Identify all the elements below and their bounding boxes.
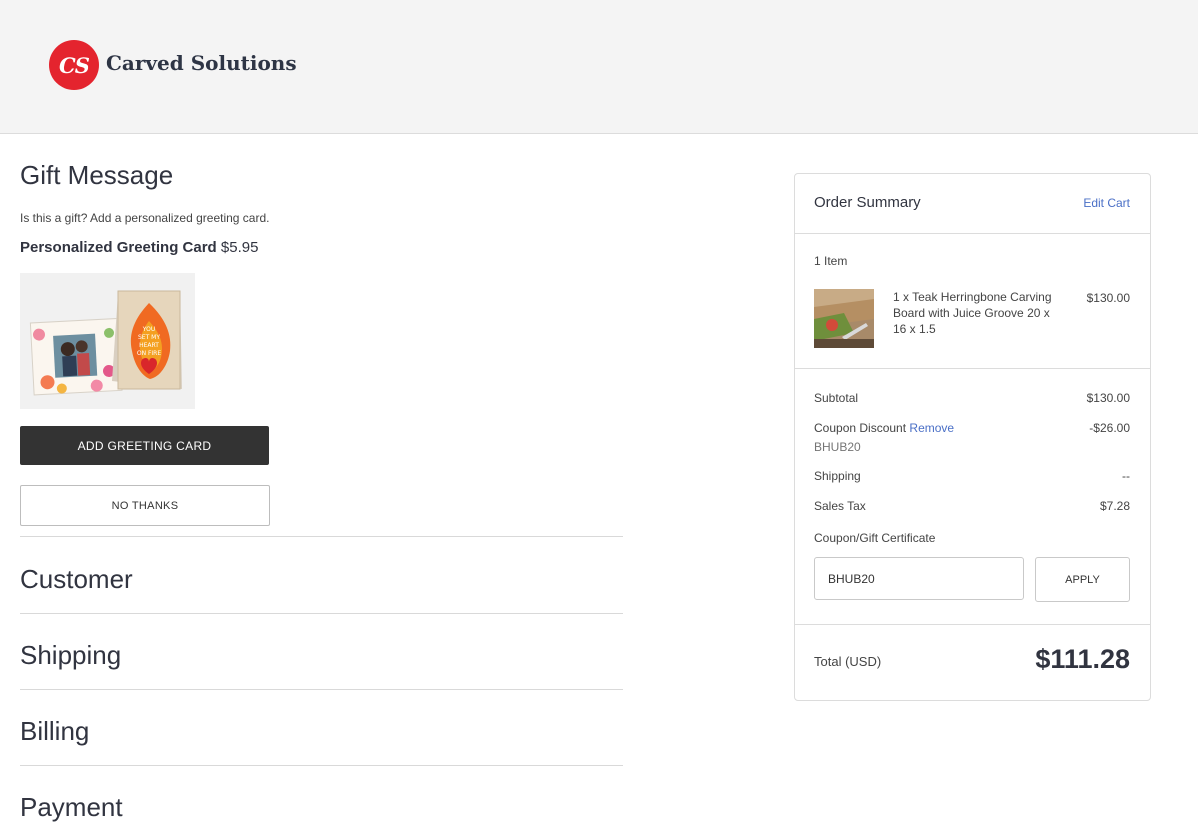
- shipping-label: Shipping: [814, 469, 861, 483]
- subtotal-value: $130.00: [1086, 391, 1130, 405]
- coupon-field-label: Coupon/Gift Certificate: [814, 531, 936, 545]
- svg-text:SET MY: SET MY: [138, 334, 160, 341]
- edit-cart-link[interactable]: Edit Cart: [1083, 196, 1130, 210]
- sales-tax-value: $7.28: [1099, 499, 1130, 513]
- divider: [20, 613, 623, 614]
- product-thumbnail: [814, 289, 874, 348]
- sales-tax-label: Sales Tax: [814, 499, 866, 513]
- coupon-discount-row: Coupon Discount Remove: [814, 421, 954, 435]
- step-customer[interactable]: Customer: [20, 564, 133, 595]
- coupon-discount-value: -$26.00: [1089, 421, 1130, 435]
- order-summary-title: Order Summary: [814, 194, 921, 211]
- greeting-card-title: Personalized Greeting Card $5.95: [20, 239, 258, 256]
- site-header: CS Carved Solutions: [0, 0, 1198, 134]
- svg-text:HEART: HEART: [139, 342, 159, 349]
- shipping-value: --: [1122, 469, 1130, 483]
- divider: [795, 624, 1150, 625]
- product-price: $130.00: [1086, 291, 1130, 305]
- step-shipping[interactable]: Shipping: [20, 640, 121, 671]
- gift-message-heading: Gift Message: [20, 160, 174, 190]
- divider: [20, 689, 623, 690]
- coupon-code: BHUB20: [814, 440, 861, 454]
- add-greeting-card-button[interactable]: ADD GREETING CARD: [20, 426, 269, 465]
- greeting-card-label: Personalized Greeting Card: [20, 239, 217, 256]
- svg-text:YOU: YOU: [142, 326, 155, 333]
- remove-coupon-link[interactable]: Remove: [909, 421, 954, 435]
- greeting-card-image: YOU SET MY HEART ON FIRE: [20, 273, 195, 409]
- greeting-card-price: $5.95: [220, 239, 259, 256]
- step-payment[interactable]: Payment: [20, 792, 123, 823]
- subtotal-label: Subtotal: [814, 391, 859, 405]
- svg-text:ON FIRE: ON FIRE: [137, 350, 162, 357]
- product-name: 1 x Teak Herringbone Carving Board with …: [893, 290, 1052, 336]
- brand-name[interactable]: Carved Solutions: [106, 51, 297, 75]
- total-value: $111.28: [1035, 644, 1130, 674]
- total-label: Total (USD): [814, 654, 882, 669]
- apply-coupon-button[interactable]: APPLY: [1035, 557, 1130, 602]
- divider: [20, 765, 623, 766]
- coupon-discount-label: Coupon Discount: [814, 421, 907, 435]
- order-summary: Order Summary Edit Cart 1 Item 1 x Teak …: [794, 173, 1151, 701]
- coupon-input[interactable]: [814, 557, 1024, 600]
- gift-question: Is this a gift? Add a personalized greet…: [20, 211, 270, 225]
- divider: [795, 368, 1150, 369]
- brand-logo-icon[interactable]: CS: [49, 40, 99, 90]
- no-thanks-button[interactable]: NO THANKS: [20, 485, 270, 526]
- divider: [20, 536, 623, 537]
- item-count: 1 Item: [814, 254, 848, 268]
- step-billing[interactable]: Billing: [20, 716, 89, 747]
- divider: [795, 233, 1150, 234]
